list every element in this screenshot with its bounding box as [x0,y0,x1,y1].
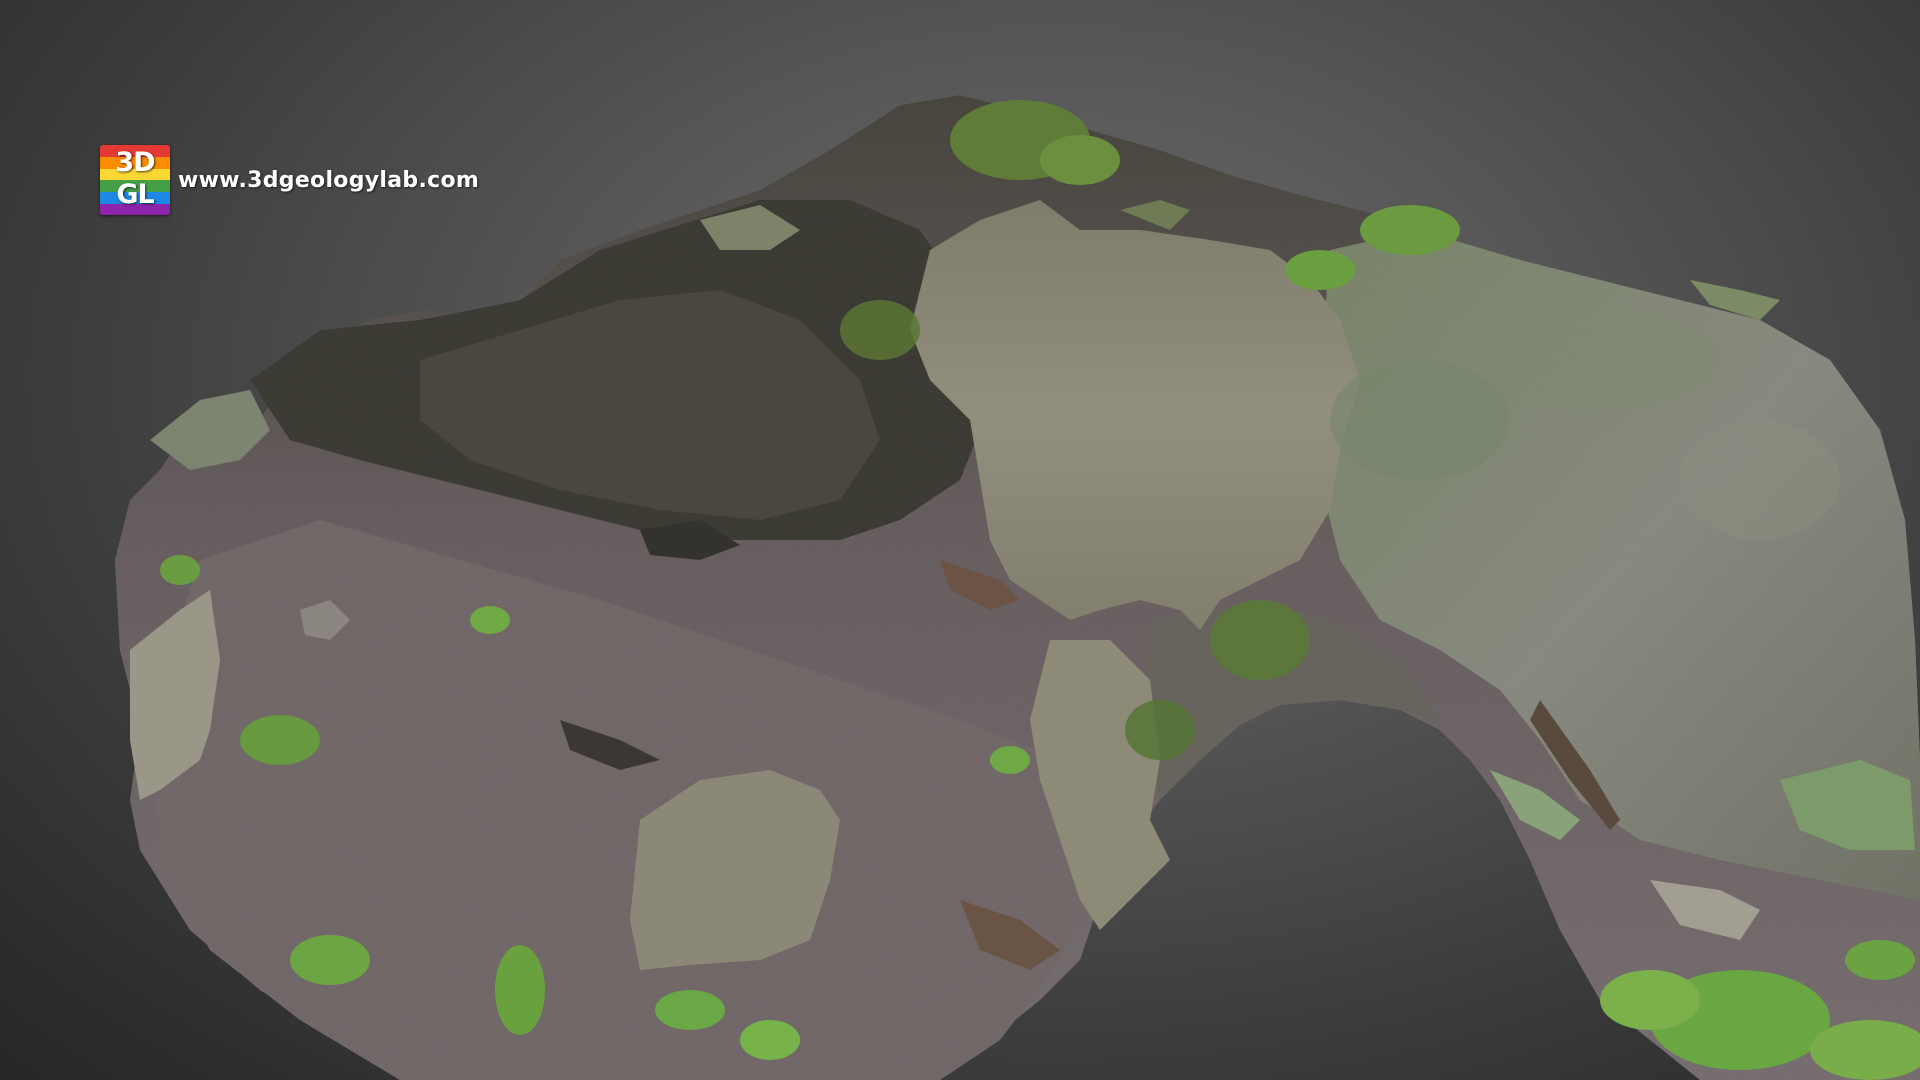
logo-line-1: 3D [115,147,155,178]
logo-line-2: GL [116,179,154,210]
logo-lettering: 3D GL [100,147,170,211]
3d-model-viewport[interactable]: 3D GL www.3dgeologylab.com [0,0,1920,1080]
website-url: www.3dgeologylab.com [178,167,480,193]
watermark: 3D GL www.3dgeologylab.com [100,144,479,216]
3dgl-logo: 3D GL [100,145,170,215]
